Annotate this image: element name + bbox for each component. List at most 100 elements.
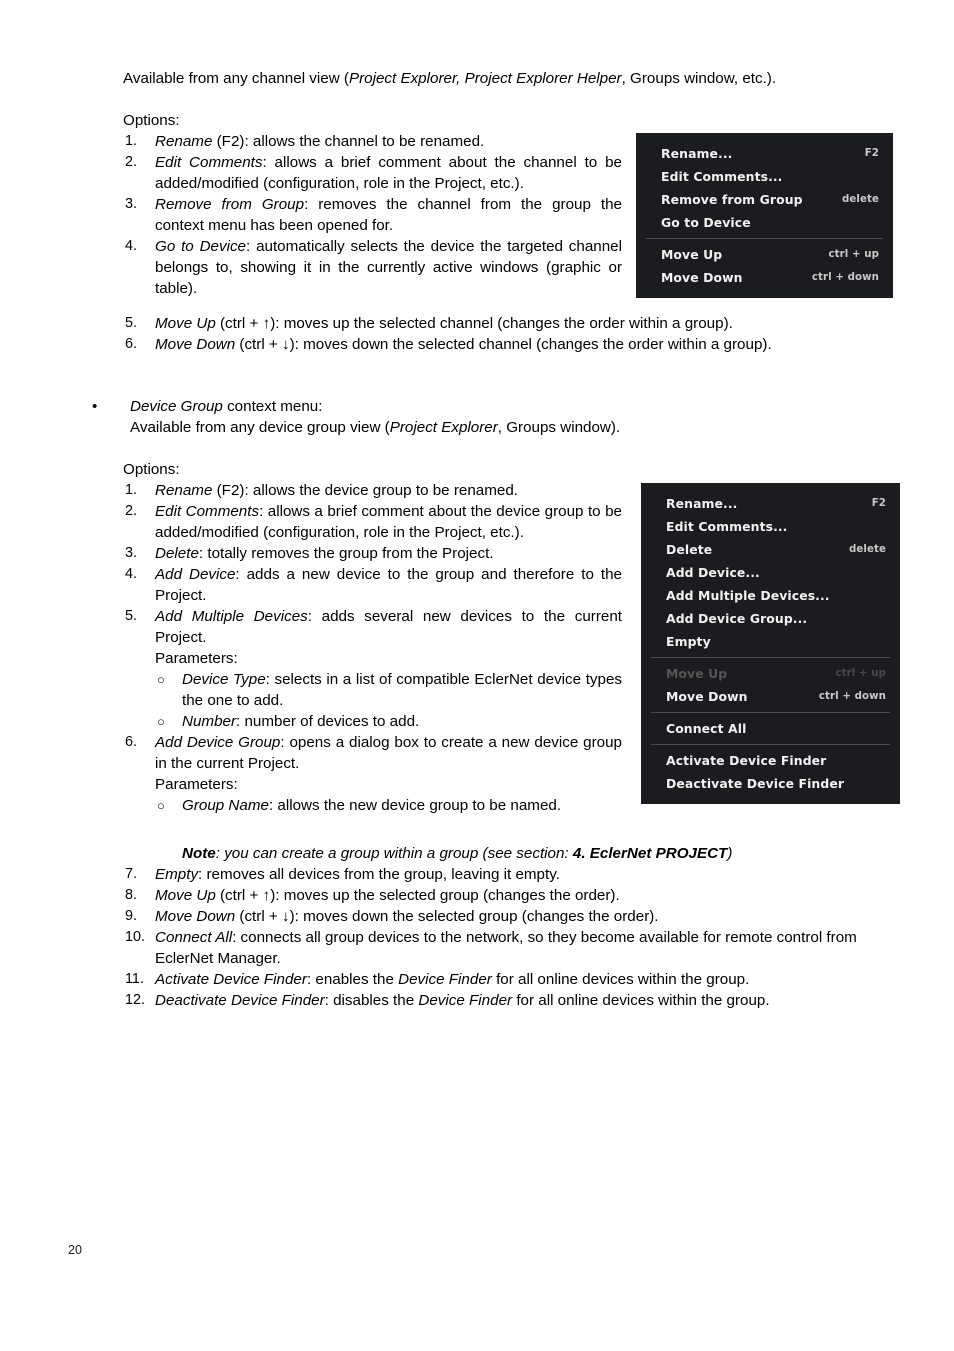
note-section-ref: 4. EclerNet PROJECT bbox=[572, 845, 728, 862]
menu-item-empty[interactable]: Empty bbox=[641, 630, 900, 653]
menu-bottom-padding bbox=[641, 795, 900, 804]
menu-top-padding bbox=[641, 483, 900, 492]
list-item-number: 4. bbox=[125, 238, 138, 254]
sub-list-item-term: Device Type bbox=[182, 671, 266, 688]
menu-item-go-to-device[interactable]: Go to Device bbox=[636, 211, 893, 234]
menu-item-add-multiple-devices[interactable]: Add Multiple Devices... bbox=[641, 584, 900, 607]
list-item-number: 1. bbox=[125, 133, 138, 149]
channel-context-menu[interactable]: Rename... F2 Edit Comments... Remove fro… bbox=[636, 133, 893, 298]
parameters-label: Parameters: bbox=[155, 774, 622, 795]
menu-item-label: Add Multiple Devices... bbox=[666, 588, 830, 603]
circle-bullet-icon: ○ bbox=[157, 672, 165, 687]
menu-item-connect-all[interactable]: Connect All bbox=[641, 717, 900, 740]
list-item-number: 6. bbox=[125, 734, 138, 750]
list-item-term: Go to Device bbox=[155, 238, 247, 255]
list-item-text: (ctrl + ↑): moves up the selected group … bbox=[215, 887, 620, 904]
list-item-number: 9. bbox=[125, 908, 138, 924]
list-item-term-b: Device Finder bbox=[398, 971, 492, 988]
menu-item-accelerator: delete bbox=[849, 544, 886, 555]
list-item-text: (ctrl + ↑): moves up the selected channe… bbox=[215, 315, 733, 332]
menu-item-label: Add Device... bbox=[666, 565, 760, 580]
list-item-number: 12. bbox=[125, 992, 146, 1008]
menu-item-activate-device-finder[interactable]: Activate Device Finder bbox=[641, 749, 900, 772]
note-label: Note bbox=[182, 845, 216, 862]
list-item-text: (ctrl + ↓): moves down the selected chan… bbox=[235, 336, 772, 353]
channel-options-list-bottom: 5. Move Up (ctrl + ↑): moves up the sele… bbox=[125, 313, 905, 355]
sub-list-item: ○ Group Name: allows the new device grou… bbox=[155, 795, 622, 816]
device-group-context-menu[interactable]: Rename... F2 Edit Comments... Delete del… bbox=[641, 483, 900, 804]
list-item-term: Add Device bbox=[155, 566, 236, 583]
list-item: 8. Move Up (ctrl + ↑): moves up the sele… bbox=[125, 885, 910, 906]
list-item-number: 2. bbox=[125, 503, 138, 519]
menu-item-rename[interactable]: Rename... F2 bbox=[636, 142, 893, 165]
menu-item-label: Move Up bbox=[661, 247, 723, 262]
list-item-number: 3. bbox=[125, 196, 138, 212]
intro-prefix: Available from any channel view ( bbox=[123, 70, 349, 87]
list-item-number: 5. bbox=[125, 608, 138, 624]
menu-item-edit-comments[interactable]: Edit Comments... bbox=[636, 165, 893, 188]
menu-item-add-device-group[interactable]: Add Device Group... bbox=[641, 607, 900, 630]
list-item-term: Move Up bbox=[155, 315, 216, 332]
menu-separator bbox=[651, 712, 890, 713]
list-item-number: 8. bbox=[125, 887, 138, 903]
list-item-term: Connect All bbox=[155, 929, 233, 946]
menu-item-delete[interactable]: Delete delete bbox=[641, 538, 900, 561]
list-item-number: 5. bbox=[125, 315, 138, 331]
circle-bullet-icon: ○ bbox=[157, 714, 165, 729]
menu-item-remove-from-group[interactable]: Remove from Group delete bbox=[636, 188, 893, 211]
list-item-term: Add Multiple Devices bbox=[155, 608, 308, 625]
parameters-label: Parameters: bbox=[155, 648, 622, 669]
list-item-text: : removes all devices from the group, le… bbox=[198, 866, 560, 883]
menu-item-label: Edit Comments... bbox=[666, 519, 788, 534]
device-group-options-label: Options: bbox=[123, 459, 180, 480]
list-item: 3. Delete: totally removes the group fro… bbox=[125, 543, 622, 564]
menu-item-add-device[interactable]: Add Device... bbox=[641, 561, 900, 584]
menu-item-accelerator: ctrl + down bbox=[811, 272, 879, 283]
menu-item-label: Add Device Group... bbox=[666, 611, 808, 626]
list-item-number: 7. bbox=[125, 866, 138, 882]
device-group-term: Device Group bbox=[130, 398, 223, 415]
menu-item-label: Rename... bbox=[661, 146, 733, 161]
list-item-text: (F2): allows the device group to be rena… bbox=[212, 482, 519, 499]
menu-separator bbox=[646, 238, 883, 239]
menu-item-label: Activate Device Finder bbox=[666, 753, 827, 768]
list-item-term: Move Down bbox=[155, 908, 236, 925]
list-item-term: Edit Comments bbox=[155, 154, 263, 171]
page-number: 20 bbox=[68, 1243, 82, 1257]
menu-bottom-padding bbox=[636, 289, 893, 298]
device-group-heading-line2: Available from any device group view (Pr… bbox=[92, 417, 892, 438]
menu-item-label: Deactivate Device Finder bbox=[666, 776, 845, 791]
device-group-options-list-top: 1. Rename (F2): allows the device group … bbox=[125, 480, 622, 816]
menu-item-label: Edit Comments... bbox=[661, 169, 783, 184]
menu-item-move-up[interactable]: Move Up ctrl + up bbox=[636, 243, 893, 266]
list-item-text-a: : disables the bbox=[324, 992, 419, 1009]
list-item-term: Move Down bbox=[155, 336, 236, 353]
device-group-heading-line1: Device Group context menu: bbox=[92, 396, 892, 417]
list-item-text: (F2): allows the channel to be renamed. bbox=[212, 133, 485, 150]
menu-item-deactivate-device-finder[interactable]: Deactivate Device Finder bbox=[641, 772, 900, 795]
list-item-number: 3. bbox=[125, 545, 138, 561]
list-item-text-b: for all online devices within the group. bbox=[512, 992, 770, 1009]
channel-options-list-top: 1. Rename (F2): allows the channel to be… bbox=[125, 131, 622, 299]
note-tail: ) bbox=[727, 845, 733, 862]
menu-item-label: Move Up bbox=[666, 666, 728, 681]
list-item-term: Rename bbox=[155, 133, 213, 150]
list-item-term: Edit Comments bbox=[155, 503, 260, 520]
menu-separator bbox=[651, 657, 890, 658]
bullet-icon: • bbox=[92, 398, 98, 415]
list-item: 2. Edit Comments: allows a brief comment… bbox=[125, 152, 622, 194]
menu-item-accelerator: ctrl + down bbox=[818, 691, 886, 702]
list-item: 7. Empty: removes all devices from the g… bbox=[125, 864, 910, 885]
list-item-text: : totally removes the group from the Pro… bbox=[198, 545, 494, 562]
menu-item-label: Delete bbox=[666, 542, 713, 557]
menu-item-label: Remove from Group bbox=[661, 192, 803, 207]
list-item-number: 4. bbox=[125, 566, 138, 582]
menu-item-move-down[interactable]: Move Down ctrl + down bbox=[641, 685, 900, 708]
menu-item-rename[interactable]: Rename... F2 bbox=[641, 492, 900, 515]
menu-item-edit-comments[interactable]: Edit Comments... bbox=[641, 515, 900, 538]
menu-item-label: Rename... bbox=[666, 496, 738, 511]
list-item-number: 1. bbox=[125, 482, 138, 498]
menu-item-move-down[interactable]: Move Down ctrl + down bbox=[636, 266, 893, 289]
menu-item-label: Connect All bbox=[666, 721, 747, 736]
list-item-number: 10. bbox=[125, 929, 146, 945]
